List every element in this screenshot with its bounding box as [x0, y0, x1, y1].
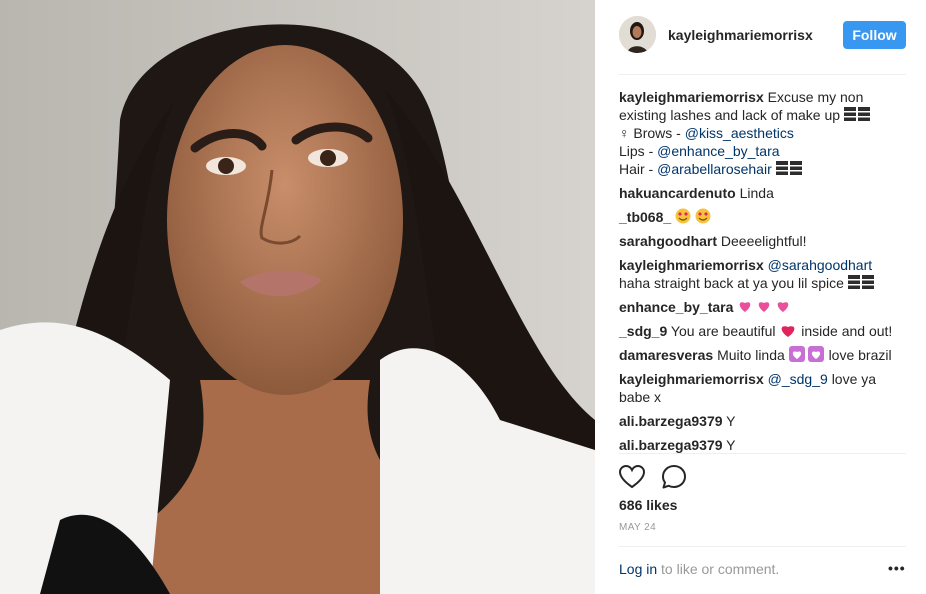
list-item: enhance_by_tara	[619, 298, 909, 316]
comment-username[interactable]: kayleighmariemorrisx	[619, 257, 764, 273]
comment-username[interactable]: enhance_by_tara	[619, 299, 733, 315]
list-item: kayleighmariemorrisx @sarahgoodhart haha…	[619, 257, 874, 291]
comment-username[interactable]: sarahgoodhart	[619, 233, 717, 249]
comment-username[interactable]: _tb068_	[619, 209, 671, 225]
post-photo[interactable]	[0, 0, 595, 594]
mention-link[interactable]: @enhance_by_tara	[657, 143, 779, 159]
list-item: _tb068_	[619, 208, 909, 226]
selfie-image	[0, 0, 595, 594]
comment-username[interactable]: damaresveras	[619, 347, 713, 363]
comments-divider	[619, 453, 906, 454]
list-item: damaresveras Muito linda love brazil	[619, 346, 892, 363]
list-item: kayleighmariemorrisx @_sdg_9 love ya bab…	[619, 371, 877, 405]
post-header: kayleighmariemorrisx Follow	[595, 0, 926, 74]
comment-username[interactable]: hakuancardenuto	[619, 185, 736, 201]
likes-count[interactable]: 686 likes	[619, 497, 677, 513]
post-side-panel: kayleighmariemorrisx Follow kayleighmari…	[595, 0, 926, 594]
list-item: ali.barzega9379 Y	[619, 413, 736, 429]
list-item: ali.barzega9379 Y	[619, 437, 736, 453]
comment-username[interactable]: ali.barzega9379	[619, 437, 723, 453]
list-item: hakuancardenuto Linda	[619, 185, 774, 201]
footer-divider	[619, 546, 906, 547]
login-prompt: Log in to like or comment.	[619, 561, 779, 577]
heart-eyes-emoji-icon	[675, 208, 711, 224]
instagram-post: kayleighmariemorrisx Follow kayleighmari…	[0, 0, 926, 594]
emoji-icon	[843, 107, 870, 121]
comment-username[interactable]: _sdg_9	[619, 323, 667, 339]
emoji-icon	[775, 161, 802, 175]
post-date: MAY 24	[619, 522, 657, 533]
sparkling-heart-emoji-icon	[740, 302, 789, 312]
header-divider	[619, 74, 906, 75]
comment-icon[interactable]	[661, 464, 687, 490]
red-heart-emoji-icon	[781, 326, 795, 337]
heart-icon[interactable]	[619, 465, 645, 489]
login-prompt-text: to like or comment.	[657, 561, 780, 577]
post-author-username[interactable]: kayleighmariemorrisx	[668, 27, 813, 43]
heart-box-emoji-icon	[788, 346, 824, 362]
mention-link[interactable]: @_sdg_9	[768, 371, 828, 387]
action-bar	[619, 462, 687, 492]
avatar[interactable]	[619, 16, 656, 53]
comment-username[interactable]: kayleighmariemorrisx	[619, 371, 764, 387]
emoji-icon	[847, 275, 874, 289]
comments-list[interactable]: kayleighmariemorrisx Excuse my non exist…	[619, 88, 909, 460]
mention-link[interactable]: @sarahgoodhart	[768, 257, 873, 273]
comment-username[interactable]: kayleighmariemorrisx	[619, 89, 764, 105]
caption: kayleighmariemorrisx Excuse my non exist…	[619, 88, 909, 178]
comment-username[interactable]: ali.barzega9379	[619, 413, 723, 429]
mention-link[interactable]: @arabellarosehair	[657, 161, 772, 177]
follow-button[interactable]: Follow	[843, 21, 906, 49]
list-item: sarahgoodhart Deeeelightful!	[619, 233, 807, 249]
list-item: _sdg_9 You are beautiful inside and out!	[619, 323, 893, 339]
login-link[interactable]: Log in	[619, 561, 657, 577]
more-options-icon[interactable]: •••	[888, 560, 906, 576]
mention-link[interactable]: @kiss_aesthetics	[685, 125, 794, 141]
